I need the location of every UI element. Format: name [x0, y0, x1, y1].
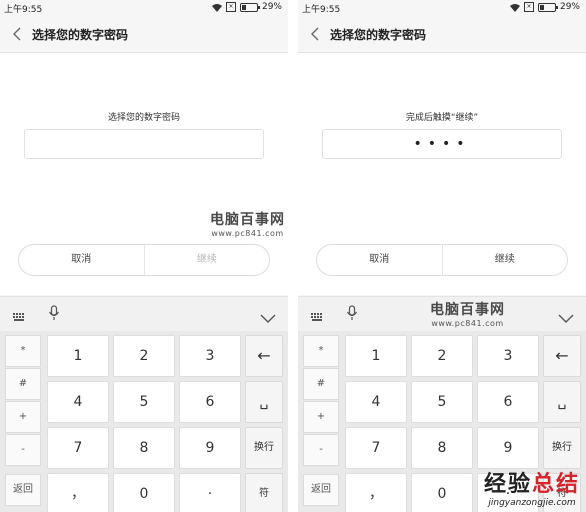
digit-key[interactable]: 4 [47, 381, 109, 423]
battery-icon [239, 2, 260, 12]
return-key[interactable]: 返回 [303, 474, 339, 506]
action-buttons: 取消 继续 [18, 244, 270, 276]
backspace-key[interactable]: ← [245, 335, 283, 377]
digit-key[interactable]: 9 [179, 427, 241, 469]
digit-key[interactable]: 7 [345, 427, 407, 469]
site-watermark: 电脑百事网 www.pc841.com [430, 299, 505, 328]
side-key[interactable]: - [303, 434, 339, 466]
digit-key[interactable]: 8 [411, 427, 473, 469]
digit-key[interactable]: 4 [345, 381, 407, 423]
side-key[interactable]: # [5, 368, 41, 400]
corner-watermark-title-a: 经验 [483, 472, 532, 497]
watermark-url: www.pc841.com [211, 229, 284, 238]
digit-key[interactable]: 9 [477, 427, 539, 469]
battery-icon [537, 2, 558, 12]
action-buttons: 取消 继续 [316, 244, 568, 276]
battery-percent: 29% [559, 2, 580, 12]
keyboard-toolbar: 电脑百事网 www.pc841.com [298, 296, 586, 331]
pin-input[interactable] [24, 129, 264, 159]
microphone-icon[interactable] [346, 305, 358, 325]
digit-key[interactable]: 6 [477, 381, 539, 423]
digit-key[interactable]: 3 [179, 335, 241, 377]
side-key[interactable]: * [303, 335, 339, 367]
battery-percent: 29% [261, 2, 282, 12]
chevron-down-icon[interactable] [260, 309, 276, 328]
pin-input[interactable]: •••• [322, 129, 562, 159]
continue-button[interactable]: 继续 [441, 245, 568, 275]
microphone-icon[interactable] [48, 305, 60, 325]
watermark-url: www.pc841.com [431, 319, 504, 328]
enter-key[interactable]: 换行 [245, 427, 283, 469]
digit-key[interactable]: 1 [47, 335, 109, 377]
content-area: 选择您的数字密码 电脑百事网 www.pc841.com 取消 继续 [0, 53, 288, 295]
digit-key[interactable]: 2 [411, 335, 473, 377]
sim-icon: × [225, 2, 236, 12]
wifi-icon [509, 3, 520, 12]
corner-watermark-url: jingyanzongjie.com [488, 498, 576, 508]
wifi-icon [211, 3, 222, 12]
digit-key[interactable]: 0 [113, 473, 175, 512]
digit-key[interactable]: 8 [113, 427, 175, 469]
comma-key[interactable]: ， [345, 473, 407, 512]
back-arrow-icon[interactable] [308, 25, 324, 43]
space-key[interactable]: ␣ [245, 381, 283, 423]
comma-key[interactable]: ， [47, 473, 109, 512]
continue-button[interactable]: 继续 [143, 245, 270, 275]
screen-left: 上午9:55 × 29% 选择您的数字密码 选择您的数字密码 电脑百事网 www… [0, 0, 288, 512]
status-bar: 上午9:55 × 29% [0, 0, 288, 16]
corner-watermark: 经验总结 jingyanzongjie.com [484, 466, 580, 508]
title-bar: 选择您的数字密码 [0, 16, 288, 53]
keyboard-toolbar [0, 296, 288, 331]
symbol-column: * # + - 返回 [303, 335, 339, 507]
backspace-key[interactable]: ← [543, 335, 581, 377]
digit-key[interactable]: 7 [47, 427, 109, 469]
side-key[interactable]: - [5, 434, 41, 466]
status-time: 上午9:55 [4, 5, 43, 15]
watermark-title: 电脑百事网 [430, 302, 505, 318]
return-key[interactable]: 返回 [5, 474, 41, 506]
site-watermark: 电脑百事网 www.pc841.com [210, 209, 285, 238]
back-arrow-icon[interactable] [10, 25, 26, 43]
digit-key[interactable]: 3 [477, 335, 539, 377]
digit-key[interactable]: 5 [411, 381, 473, 423]
side-key[interactable]: + [303, 401, 339, 433]
screen-right: 上午9:55 × 29% 选择您的数字密码 完成后触摸“继续” •••• 取消 … [298, 0, 586, 512]
sim-icon: × [523, 2, 534, 12]
side-key[interactable]: + [5, 401, 41, 433]
cancel-button[interactable]: 取消 [317, 245, 442, 275]
watermark-title: 电脑百事网 [210, 212, 285, 228]
enter-key[interactable]: 换行 [543, 427, 581, 469]
status-time: 上午9:55 [302, 5, 341, 15]
symbol-column: * # + - 返回 [5, 335, 41, 507]
side-key[interactable]: # [303, 368, 339, 400]
space-key[interactable]: ␣ [543, 381, 581, 423]
page-title: 选择您的数字密码 [32, 28, 129, 42]
content-area: 完成后触摸“继续” •••• 取消 继续 [298, 53, 586, 295]
page-title: 选择您的数字密码 [330, 28, 427, 42]
pin-prompt: 完成后触摸“继续” [405, 113, 479, 123]
corner-watermark-title-b: 总结 [531, 472, 580, 497]
digit-key[interactable]: 1 [345, 335, 407, 377]
chevron-down-icon[interactable] [558, 309, 574, 328]
keyboard-grid-icon[interactable] [311, 308, 323, 327]
dot-key[interactable]: · [179, 473, 241, 512]
digit-key[interactable]: 2 [113, 335, 175, 377]
digit-key[interactable]: 5 [113, 381, 175, 423]
digit-key[interactable]: 6 [179, 381, 241, 423]
symbol-key[interactable]: 符 [245, 473, 283, 512]
cancel-button[interactable]: 取消 [19, 245, 144, 275]
pin-prompt: 选择您的数字密码 [107, 113, 180, 123]
status-bar: 上午9:55 × 29% [298, 0, 586, 16]
title-bar: 选择您的数字密码 [298, 16, 586, 53]
numeric-keyboard: * # + - 返回 1 2 3 ← 4 5 6 ␣ 7 8 9 换行 ， 0 … [0, 331, 288, 512]
keyboard-grid-icon[interactable] [13, 308, 25, 327]
digit-key[interactable]: 0 [411, 473, 473, 512]
side-key[interactable]: * [5, 335, 41, 367]
